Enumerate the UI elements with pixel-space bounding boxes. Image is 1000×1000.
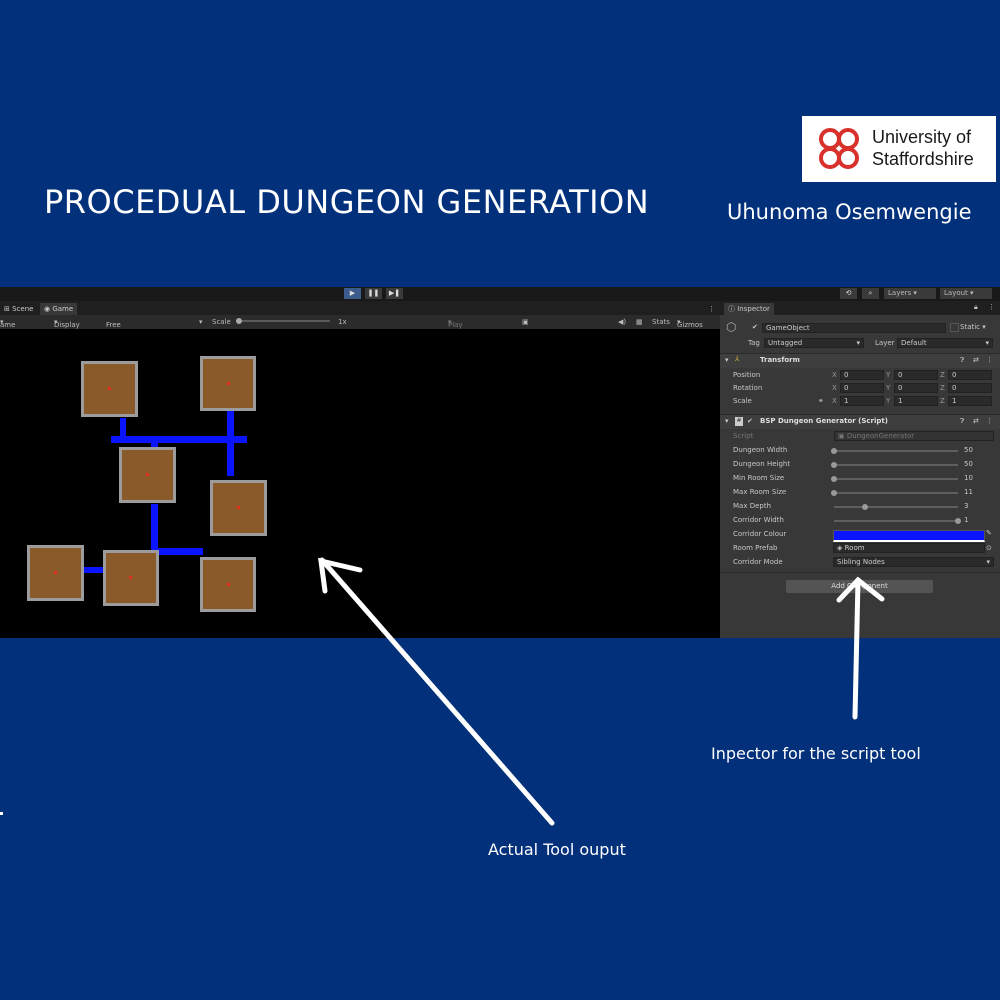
caption-tool-output: Actual Tool ouput [488, 840, 626, 859]
arrow-output [319, 557, 555, 826]
arrow-inspector [852, 577, 861, 720]
slide-dot [0, 812, 3, 815]
arrow-inspector-head [836, 576, 885, 603]
caption-inspector: Inpector for the script tool [711, 744, 921, 763]
